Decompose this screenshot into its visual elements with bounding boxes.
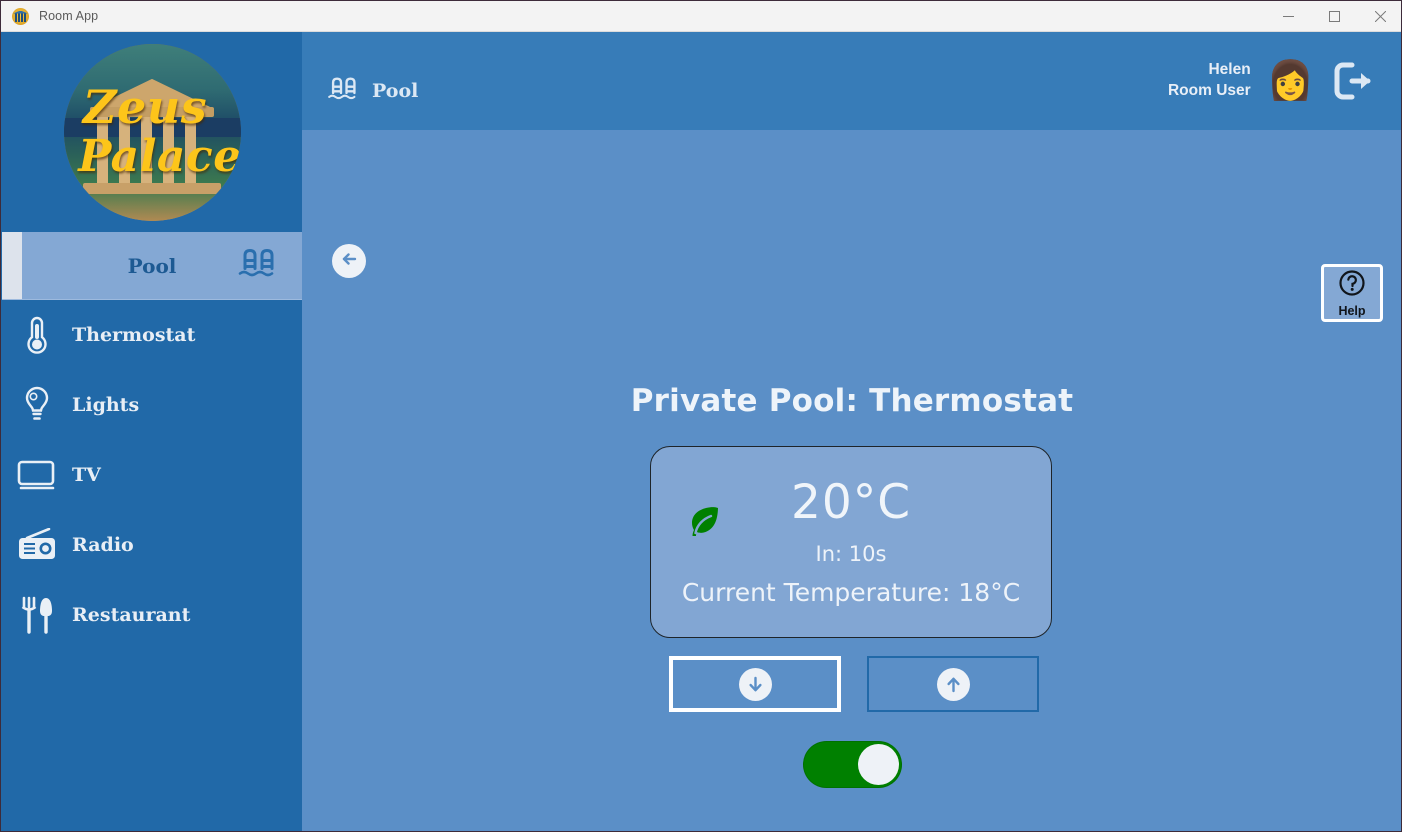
close-button[interactable]	[1357, 1, 1401, 32]
help-button[interactable]: Help	[1321, 264, 1383, 322]
active-indicator	[2, 232, 22, 299]
sidebar-item-tv[interactable]: TV	[2, 440, 302, 510]
thermostat-card: 20°C In: 10s Current Temperature: 18°C	[650, 446, 1052, 638]
sidebar-item-radio[interactable]: Radio	[2, 510, 302, 580]
sidebar-item-lights[interactable]: Lights	[2, 370, 302, 440]
sidebar-item-label: TV	[72, 464, 101, 486]
main-content: Pool Helen Room User 👩 Help Private Pool…	[302, 32, 1401, 831]
back-arrow-icon	[338, 248, 360, 275]
decrease-temperature-button[interactable]	[669, 656, 841, 712]
user-name-label: Helen	[1208, 61, 1251, 79]
power-toggle[interactable]	[803, 741, 902, 788]
arrow-up-circle-icon	[936, 667, 970, 701]
user-info: Helen Room User	[1168, 60, 1251, 102]
user-area: Helen Room User 👩	[1168, 60, 1376, 102]
page-title: Private Pool: Thermostat	[630, 383, 1074, 419]
breadcrumb-label: Pool	[372, 80, 419, 102]
window-title: Room App	[39, 9, 99, 23]
radio-icon	[16, 524, 58, 566]
sidebar-item-thermostat[interactable]: Thermostat	[2, 300, 302, 370]
question-mark-circle-icon	[1338, 269, 1366, 302]
sidebar-item-label: Radio	[72, 534, 134, 556]
fork-knife-icon	[16, 594, 58, 636]
lightbulb-icon	[16, 384, 58, 426]
back-button[interactable]	[332, 244, 366, 278]
minimize-button[interactable]	[1265, 1, 1311, 32]
temperature-controls	[650, 656, 1052, 716]
sidebar-item-pool[interactable]: Pool	[2, 232, 302, 300]
logout-button[interactable]	[1330, 60, 1376, 102]
title-bar: Room App	[1, 1, 1401, 32]
app-window: Room App Zeus Palace Pool Thermostat Lig…	[0, 0, 1402, 832]
window-controls	[1265, 1, 1401, 32]
tv-icon	[16, 454, 58, 496]
toggle-knob	[858, 744, 899, 785]
logo-line-2: Palace	[78, 130, 241, 182]
countdown-label: In: 10s	[815, 542, 887, 566]
target-temperature: 20°C	[790, 475, 912, 530]
sidebar-item-restaurant[interactable]: Restaurant	[2, 580, 302, 650]
pool-ladder-icon	[326, 75, 356, 108]
woman-avatar-icon[interactable]: 👩	[1267, 62, 1314, 100]
sidebar: Zeus Palace Pool Thermostat Lights TV Ra…	[2, 32, 302, 831]
help-label: Help	[1338, 303, 1366, 318]
header-bar: Pool Helen Room User 👩	[302, 32, 1401, 130]
sidebar-item-label: Pool	[127, 253, 177, 278]
pool-ladder-icon	[236, 246, 274, 285]
user-role-label: Room User	[1167, 82, 1251, 99]
logo-line-1: Zeus	[82, 80, 208, 135]
current-temperature: Current Temperature: 18°C	[681, 578, 1021, 607]
sidebar-item-label: Thermostat	[72, 324, 196, 346]
content-area: Help Private Pool: Thermostat 20°C In: 1…	[302, 130, 1401, 831]
app-icon	[12, 7, 29, 25]
sidebar-nav: Pool Thermostat Lights TV Radio Restaura…	[2, 232, 302, 650]
sidebar-item-label: Restaurant	[72, 604, 191, 626]
thermometer-icon	[16, 314, 58, 356]
arrow-down-circle-icon	[738, 667, 772, 701]
sidebar-item-label: Lights	[72, 394, 140, 416]
maximize-button[interactable]	[1311, 1, 1357, 32]
breadcrumb: Pool	[326, 75, 418, 108]
increase-temperature-button[interactable]	[867, 656, 1039, 712]
brand-logo: Zeus Palace	[2, 32, 302, 232]
